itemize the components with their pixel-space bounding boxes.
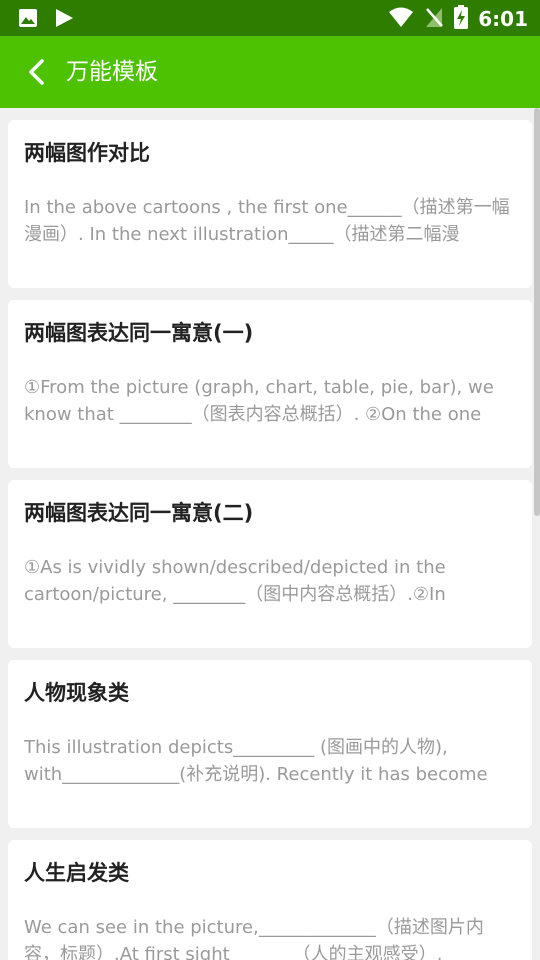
app-bar: 万能模板 (0, 36, 540, 108)
status-left (18, 8, 74, 32)
template-card-1[interactable]: 两幅图作对比 In the above cartoons , the first… (8, 120, 532, 288)
card-title: 两幅图表达同一寓意(一) (24, 321, 254, 345)
status-bar: 6:01 (0, 0, 540, 36)
card-title: 人生启发类 (24, 861, 129, 885)
scrollbar[interactable] (534, 108, 540, 516)
template-card-4[interactable]: 人物现象类 This illustration depicts_________… (8, 660, 532, 828)
page-title: 万能模板 (66, 59, 158, 85)
back-button[interactable] (18, 54, 54, 90)
card-preview-text: We can see in the picture,_____________（… (24, 917, 484, 960)
card-title: 两幅图表达同一寓意(二) (24, 501, 254, 525)
card-preview-text: ①As is vividly shown/described/depicted … (24, 557, 446, 605)
status-time: 6:01 (478, 7, 528, 31)
template-card-2[interactable]: 两幅图表达同一寓意(一) ①From the picture (graph, c… (8, 300, 532, 468)
template-card-3[interactable]: 两幅图表达同一寓意(二) ①As is vividly shown/descri… (8, 480, 532, 648)
play-store-icon (54, 8, 74, 32)
card-preview-text: In the above cartoons , the first one___… (24, 197, 510, 245)
no-sim-icon (424, 6, 444, 32)
battery-charging-icon (454, 5, 469, 33)
card-preview-text: ①From the picture (graph, chart, table, … (24, 377, 494, 425)
template-card-5[interactable]: 人生启发类 We can see in the picture,________… (8, 840, 532, 960)
chevron-left-icon (29, 59, 44, 85)
card-title: 两幅图作对比 (24, 141, 150, 165)
card-preview-text: This illustration depicts_________ (图画中的… (24, 737, 488, 785)
status-right: 6:01 (388, 5, 528, 33)
image-icon (18, 8, 38, 32)
wifi-icon (388, 6, 414, 32)
card-title: 人物现象类 (24, 681, 129, 705)
